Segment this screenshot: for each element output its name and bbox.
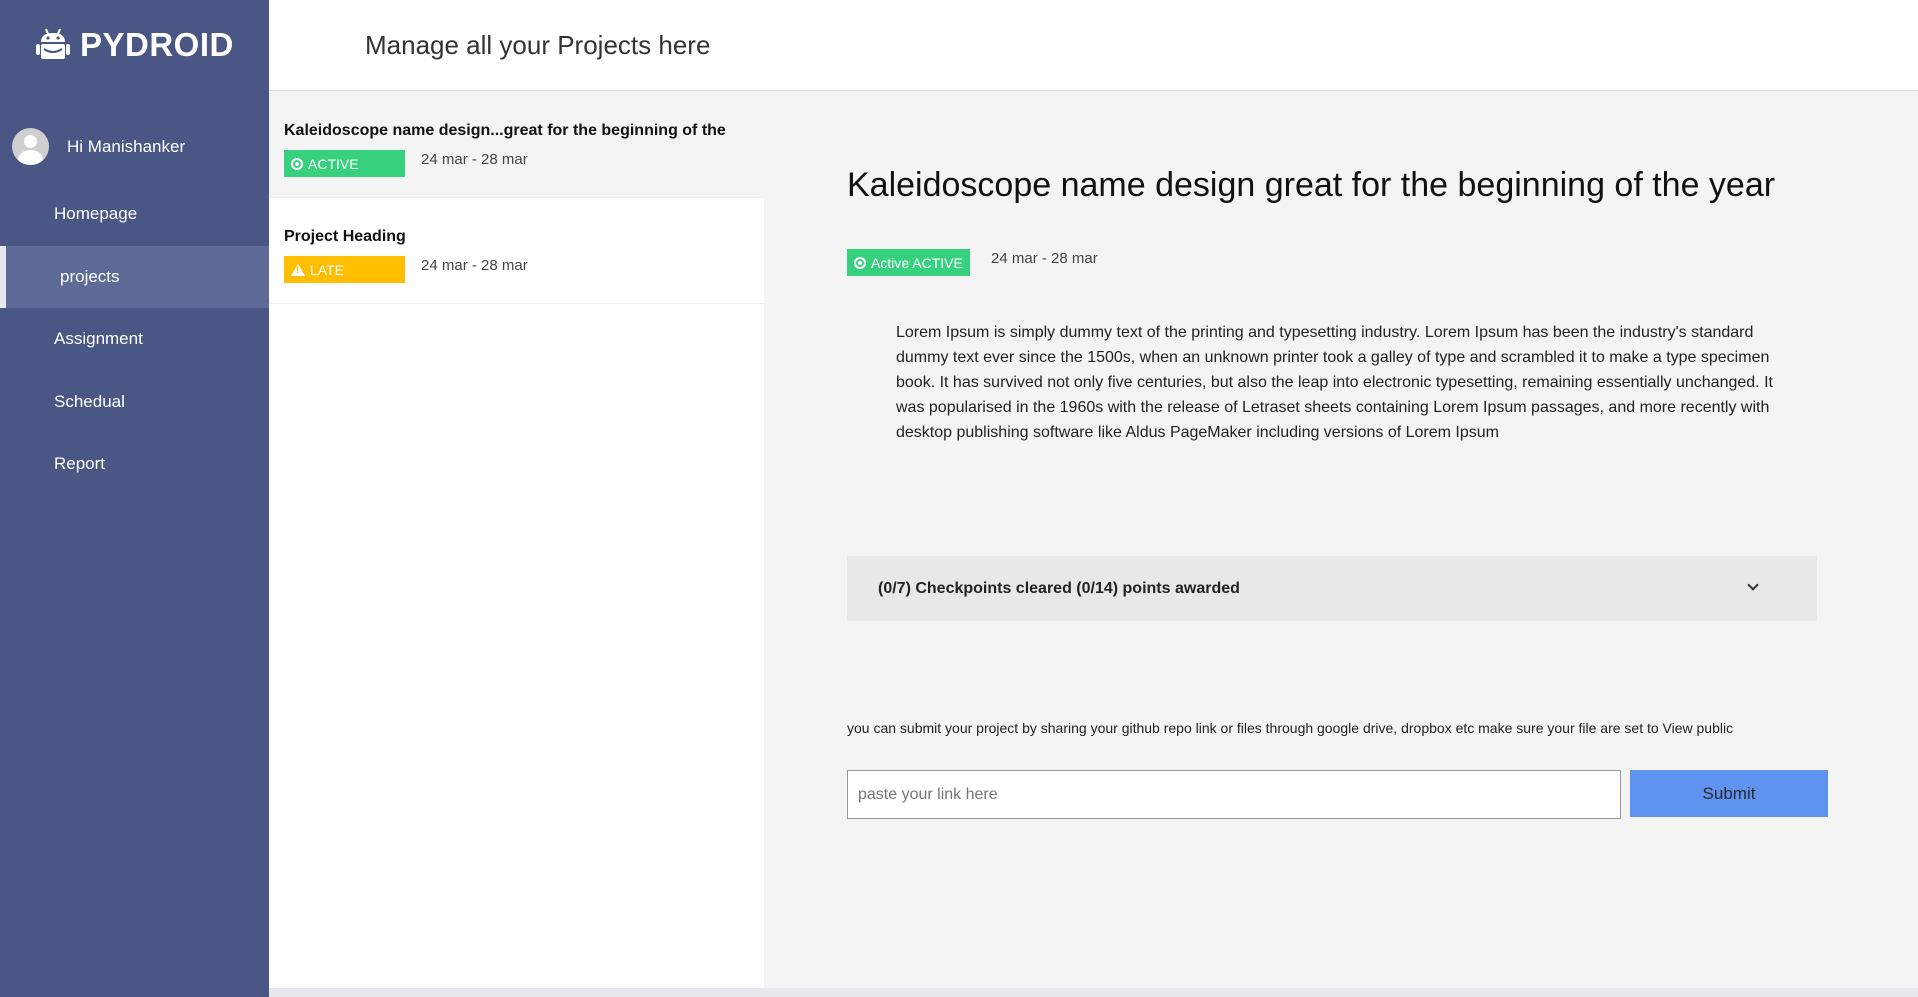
brand-name: PYDROID [80, 26, 234, 63]
project-description: Lorem Ipsum is simply dummy text of the … [896, 324, 1773, 441]
sidebar: PYDROID Hi Manishanker Homepage projects… [0, 0, 269, 997]
sidebar-nav: Homepage projects Assignment Schedual Re… [0, 183, 269, 496]
project-dates: 24 mar - 28 mar [421, 257, 528, 274]
project-title: Project Heading [284, 228, 406, 245]
android-robot-icon [36, 27, 70, 63]
status-badge-label: ACTIVE [308, 155, 359, 172]
chevron-down-icon[interactable] [1747, 579, 1759, 591]
status-badge-label: LATE [310, 261, 344, 278]
project-title: Kaleidoscope name design...great for the… [284, 122, 726, 139]
status-badge: LATE [284, 256, 405, 283]
project-detail-title: Kaleidoscope name design great for the b… [847, 166, 1776, 204]
page-title: Manage all your Projects here [365, 30, 711, 60]
status-badge: ACTIVE [284, 150, 405, 177]
sidebar-item-projects[interactable]: projects [0, 245, 269, 308]
project-list: Kaleidoscope name design...great for the… [269, 92, 764, 988]
checkpoints-accordion[interactable]: (0/7) Checkpoints cleared (0/14) points … [847, 556, 1817, 621]
submit-instructions: you can submit your project by sharing y… [847, 720, 1734, 736]
sidebar-item-assignment[interactable]: Assignment [0, 308, 269, 371]
user-greeting: Hi Manishanker [67, 136, 186, 156]
sidebar-item-schedual[interactable]: Schedual [0, 371, 269, 434]
project-list-item[interactable]: Kaleidoscope name design...great for the… [269, 92, 764, 198]
submit-button[interactable]: Submit [1630, 770, 1828, 817]
avatar [12, 128, 49, 165]
project-dates: 24 mar - 28 mar [421, 151, 528, 168]
project-detail: Kaleidoscope name design great for the b… [764, 92, 1918, 988]
project-list-item[interactable]: Project Heading LATE 24 mar - 28 mar [269, 198, 764, 304]
sidebar-item-report[interactable]: Report [0, 433, 269, 496]
sidebar-item-homepage[interactable]: Homepage [0, 183, 269, 246]
active-status-icon [854, 256, 866, 269]
active-status-icon [291, 157, 303, 170]
horizontal-scrollbar[interactable] [269, 988, 1918, 997]
page-header: Manage all your Projects here [269, 0, 1918, 91]
status-badge-label: Active ACTIVE [871, 254, 963, 271]
project-detail-dates: 24 mar - 28 mar [991, 250, 1098, 267]
brand[interactable]: PYDROID [36, 26, 234, 64]
link-input[interactable] [847, 770, 1621, 819]
status-badge: Active ACTIVE [847, 249, 970, 276]
user-profile[interactable]: Hi Manishanker [12, 128, 185, 165]
checkpoints-label: (0/7) Checkpoints cleared (0/14) points … [878, 579, 1240, 597]
warning-icon [291, 263, 305, 276]
